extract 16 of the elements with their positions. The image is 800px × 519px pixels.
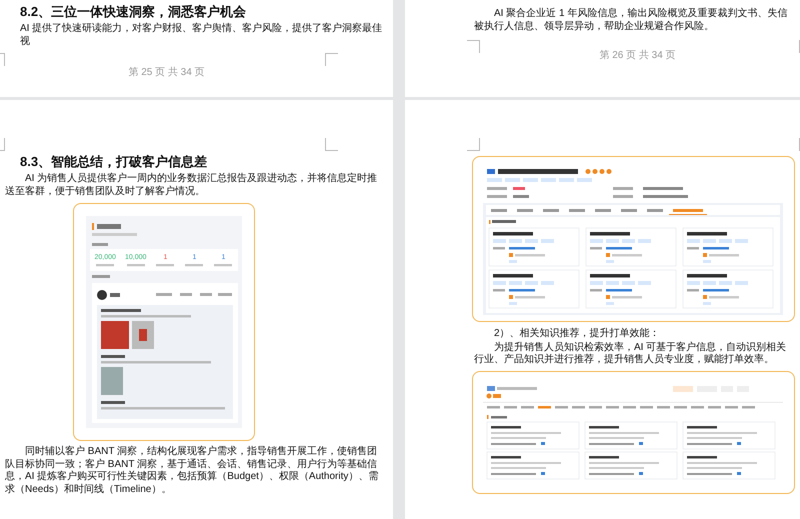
paragraph: 为提升销售人员知识检索效率，AI 可基于客户信息，自动识别相关行业、产品知识并进行推荐，提升销售人员专业度，赋能打单效率。 (474, 342, 788, 366)
paragraph: AI 聚合企业近 1 年风险信息，输出风险概览及重要裁判文书、失信被执行人信息、领导层异动，帮助企业规避合作风险。 (474, 8, 788, 33)
section-heading: 8.2、三位一体快速洞察，洞悉客户机会 (20, 3, 248, 20)
stat-label-bar (184, 264, 204, 267)
section-heading: 8.3、智能总结，打破客户信息差 (20, 153, 208, 170)
app-header-drawing (92, 223, 137, 246)
subheading: 2）、相关知识推荐，提升打单效能： (494, 328, 661, 340)
paragraph: AI 为销售人员提供客户一周内的业务数据汇总报告及跟进动态，并将信息定时推送至客群，便于销售团队及时了解客户情况。 (5, 173, 378, 198)
stat-label-bar (126, 264, 146, 267)
page-footer: 第 25 页 共 34 页 (0, 65, 393, 79)
stat-label-bar (213, 264, 234, 267)
stat-label-bar (155, 264, 176, 267)
paragraph: 同时辅以客户 BANT 洞察，结构化展现客户需求，指导销售开展工作，使销售团队目标协同一致；客户 BANT 洞察，基于通话、会话、销售记录、用户行为等基础信息，AI 提炼客户购买可行性关键因素，包括预算（Budget）、权限（Authority）、需求（Needs）和时间线（Timeline）。 (5, 446, 380, 496)
paragraph: AI 提供了快速研读能力，对客户财报、客户舆情、客户风险，提供了客户洞察最佳视 (19, 23, 383, 48)
page-footer: 第 26 页 共 34 页 (475, 48, 800, 62)
stat-label-bar (95, 264, 116, 267)
